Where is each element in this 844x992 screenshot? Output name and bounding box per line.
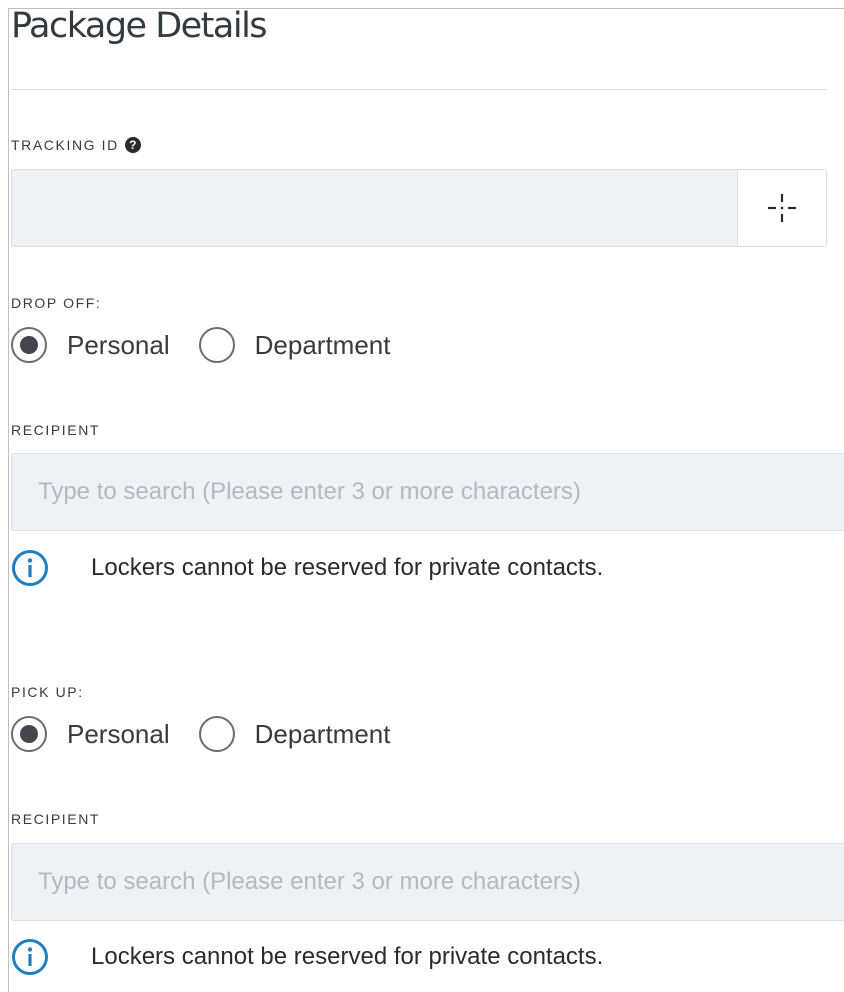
drop-off-recipient-label: RECIPIENT [11, 422, 101, 438]
title-divider [11, 89, 827, 90]
tracking-id-label: TRACKING ID ? [11, 137, 141, 153]
tracking-id-label-text: TRACKING ID [11, 137, 119, 153]
radio-unchecked[interactable] [198, 327, 235, 363]
panel-border-left [8, 8, 9, 992]
pick-up-recipient-label: RECIPIENT [11, 811, 101, 827]
pick-up-option-personal[interactable]: Personal [11, 716, 170, 752]
drop-off-recipient-search-input[interactable] [11, 453, 844, 531]
pick-up-locker-notice: Lockers cannot be reserved for private c… [11, 938, 603, 976]
pick-up-recipient-search-input[interactable] [11, 843, 844, 921]
radio-label-personal: Personal [67, 718, 170, 749]
drop-off-option-personal[interactable]: Personal [11, 327, 170, 363]
radio-label-personal: Personal [67, 329, 170, 360]
crosshair-scan-icon [768, 194, 796, 222]
notice-text: Lockers cannot be reserved for private c… [91, 943, 604, 970]
pick-up-label: PICK UP: [11, 684, 84, 700]
pick-up-option-department[interactable]: Department [198, 716, 391, 752]
radio-label-department: Department [254, 329, 391, 360]
radio-label-department: Department [254, 718, 391, 749]
scan-button[interactable] [737, 170, 826, 246]
radio-dot [20, 336, 38, 354]
drop-off-option-department[interactable]: Department [198, 327, 391, 363]
notice-text: Lockers cannot be reserved for private c… [91, 554, 604, 581]
tracking-id-group [11, 169, 827, 247]
page-title: Package Details [11, 6, 268, 46]
drop-off-locker-notice: Lockers cannot be reserved for private c… [11, 549, 603, 587]
drop-off-label: DROP OFF: [11, 295, 102, 311]
info-circle-icon [12, 939, 48, 975]
drop-off-radio-group: Personal Department [11, 327, 390, 363]
info-circle-icon [12, 550, 48, 586]
pick-up-radio-group: Personal Department [11, 716, 390, 752]
radio-checked[interactable] [11, 327, 47, 363]
question-circle-icon[interactable]: ? [124, 137, 141, 153]
tracking-id-input[interactable] [12, 170, 737, 246]
radio-checked[interactable] [11, 716, 47, 752]
radio-unchecked[interactable] [198, 716, 235, 752]
radio-dot [20, 725, 38, 743]
